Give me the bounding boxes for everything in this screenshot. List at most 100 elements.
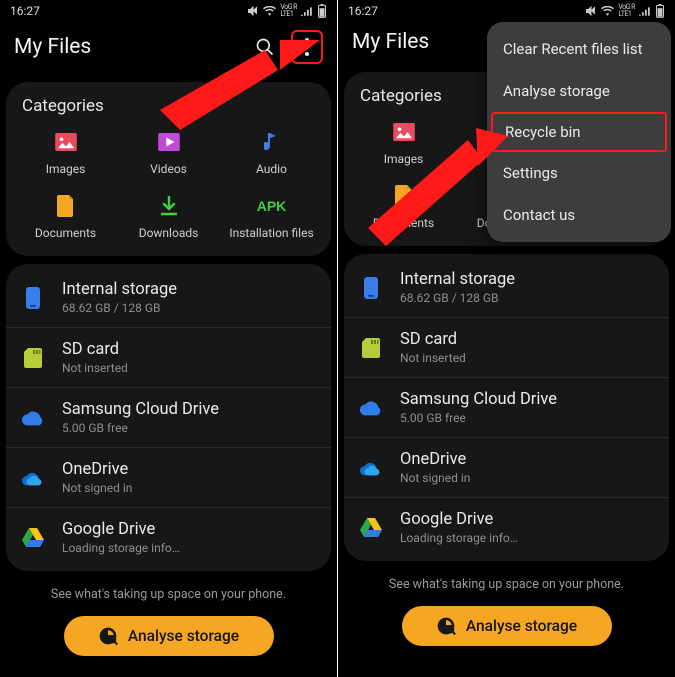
analyse-storage-button[interactable]: Analyse storage [402, 606, 612, 646]
wifi-icon [601, 6, 614, 16]
network-label: VoG RLTE1 [618, 4, 635, 18]
samsung-cloud-icon [22, 407, 44, 429]
sd-card-icon [360, 337, 382, 359]
menu-clear-recents[interactable]: Clear Recent files list [487, 28, 671, 70]
category-label: Documents [35, 226, 96, 240]
storage-name: Internal storage [400, 270, 515, 289]
storage-name: Google Drive [400, 510, 518, 529]
sd-card-icon [22, 347, 44, 369]
wifi-icon [263, 6, 276, 16]
storage-row-internal[interactable]: Internal storage 68.62 GB / 128 GB [6, 268, 331, 328]
category-label: Installation files [229, 226, 313, 240]
storage-row-onedrive[interactable]: OneDrive Not signed in [6, 448, 331, 508]
storage-row-sd[interactable]: SD card Not inserted [6, 328, 331, 388]
storage-sub: Not inserted [400, 351, 466, 365]
download-icon [157, 194, 181, 218]
storage-row-sd[interactable]: SD cardNot inserted [344, 318, 669, 378]
category-images[interactable]: Images [352, 120, 455, 166]
storage-sub: 5.00 GB free [400, 411, 557, 425]
footer-hint: See what's taking up space on your phone… [338, 577, 675, 592]
search-icon [255, 37, 275, 57]
image-icon [392, 120, 416, 144]
storage-sub: Not signed in [62, 481, 132, 495]
storage-name: Samsung Cloud Drive [400, 390, 557, 409]
storage-name: OneDrive [400, 450, 470, 469]
music-note-icon [260, 130, 284, 154]
phone-screen-right: 16:27 VoG RLTE1 My Files Categories Imag… [338, 0, 675, 677]
samsung-cloud-icon [360, 397, 382, 419]
document-icon [54, 194, 78, 218]
category-label: Documents [373, 216, 434, 230]
page-title: My Files [14, 35, 91, 59]
more-options-button[interactable] [291, 30, 323, 64]
storage-sub: 68.62 GB / 128 GB [62, 301, 177, 315]
status-icons: VoG RLTE1 [247, 4, 327, 18]
storage-name: Samsung Cloud Drive [62, 400, 219, 419]
storage-name: Internal storage [62, 280, 177, 299]
footer-hint: See what's taking up space on your phone… [0, 587, 337, 602]
storage-row-onedrive[interactable]: OneDrive Not signed in [344, 438, 669, 498]
apk-icon: APK [260, 194, 284, 218]
category-documents[interactable]: Documents [14, 194, 117, 240]
category-label: Images [384, 152, 424, 166]
google-drive-icon [360, 517, 382, 539]
more-vert-icon [305, 38, 309, 56]
analyse-icon [436, 616, 456, 636]
category-label: Downloads [139, 226, 199, 240]
storage-card: Internal storage 68.62 GB / 128 GB SD car… [6, 264, 331, 571]
storage-row-internal[interactable]: Internal storage 68.62 GB / 128 GB [344, 258, 669, 318]
analyse-label: Analyse storage [128, 627, 239, 645]
storage-name: SD card [62, 340, 128, 359]
storage-row-samsung-cloud[interactable]: Samsung Cloud Drive 5.00 GB free [344, 378, 669, 438]
category-label: Images [46, 162, 86, 176]
storage-row-samsung-cloud[interactable]: Samsung Cloud Drive 5.00 GB free [6, 388, 331, 448]
battery-icon [655, 4, 665, 18]
onedrive-icon [22, 467, 44, 489]
categories-card: Categories Images Videos Audio Documents… [6, 82, 331, 256]
storage-row-google-drive[interactable]: Google DriveLoading storage info… [6, 508, 331, 567]
category-label: Videos [150, 162, 187, 176]
category-images[interactable]: Images [14, 130, 117, 176]
menu-analyse-storage[interactable]: Analyse storage [487, 70, 671, 112]
category-documents[interactable]: Documents [352, 184, 455, 230]
storage-sub: 68.62 GB / 128 GB [400, 291, 515, 305]
analyse-storage-button[interactable]: Analyse storage [64, 616, 274, 656]
storage-name: Google Drive [62, 520, 180, 539]
phone-storage-icon [360, 277, 382, 299]
category-audio[interactable]: Audio [220, 130, 323, 176]
status-time: 16:27 [348, 4, 378, 18]
storage-sub: Loading storage info… [400, 531, 518, 545]
signal-icon [301, 6, 313, 16]
category-videos[interactable]: Videos [117, 130, 220, 176]
video-icon [157, 130, 181, 154]
storage-row-google-drive[interactable]: Google Drive Loading storage info… [344, 498, 669, 557]
menu-contact-us[interactable]: Contact us [487, 194, 671, 236]
phone-storage-icon [22, 287, 44, 309]
analyse-icon [98, 626, 118, 646]
onedrive-icon [360, 457, 382, 479]
mute-icon [247, 5, 259, 17]
status-bar: 16:27 VoG RLTE1 [0, 0, 337, 18]
analyse-label: Analyse storage [466, 617, 577, 635]
category-label: Audio [256, 162, 287, 176]
categories-title: Categories [14, 96, 323, 116]
category-installation-files[interactable]: APK Installation files [220, 194, 323, 240]
storage-sub: Not inserted [62, 361, 128, 375]
storage-sub: Not signed in [400, 471, 470, 485]
page-title: My Files [352, 30, 429, 54]
storage-sub: 5.00 GB free [62, 421, 219, 435]
mute-icon [585, 5, 597, 17]
category-downloads[interactable]: Downloads [117, 194, 220, 240]
network-label: VoG RLTE1 [280, 4, 297, 18]
search-button[interactable] [249, 31, 281, 63]
document-icon [392, 184, 416, 208]
status-icons: VoG RLTE1 [585, 4, 665, 18]
signal-icon [639, 6, 651, 16]
status-time: 16:27 [10, 4, 40, 18]
image-icon [54, 130, 78, 154]
menu-recycle-bin[interactable]: Recycle bin [491, 112, 667, 152]
menu-settings[interactable]: Settings [487, 152, 671, 194]
app-header: My Files [0, 18, 337, 78]
battery-icon [317, 4, 327, 18]
storage-name: OneDrive [62, 460, 132, 479]
